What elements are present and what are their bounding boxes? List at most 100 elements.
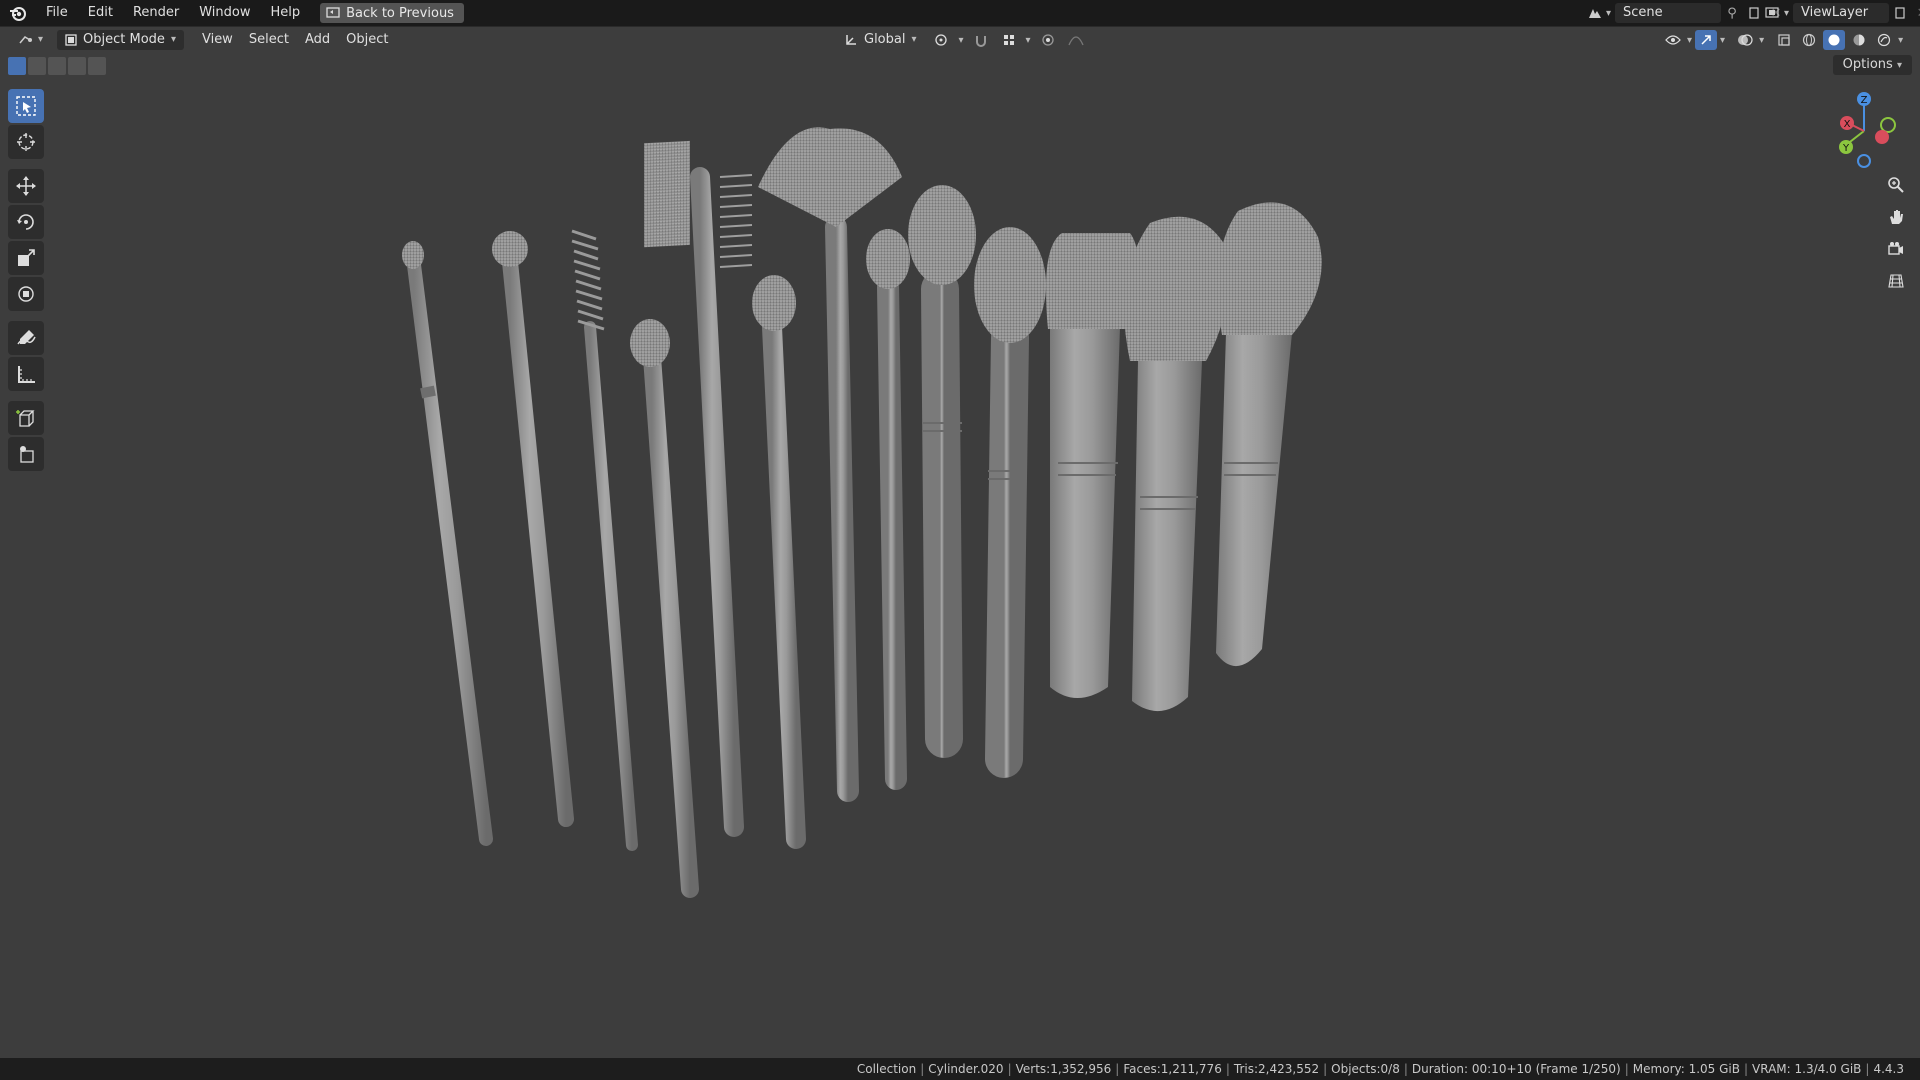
brush-4[interactable]: [630, 319, 699, 898]
chevron-down-icon: ▾: [1606, 7, 1612, 19]
brush-6[interactable]: [752, 275, 806, 849]
axis-x-label: X: [1844, 119, 1851, 130]
menu-select[interactable]: Select: [241, 30, 297, 50]
object-mode-label: Object Mode: [83, 32, 165, 47]
options-dropdown[interactable]: Options ▾: [1832, 55, 1912, 75]
menu-view[interactable]: View: [194, 30, 241, 50]
tool-shelf: [8, 89, 46, 471]
status-collection: Collection: [856, 1062, 917, 1076]
rotate-tool[interactable]: [8, 205, 44, 239]
back-to-previous-label: Back to Previous: [346, 5, 454, 21]
add-cube-tool[interactable]: [8, 401, 44, 435]
pivot-point-icon[interactable]: [931, 30, 953, 50]
material-preview-icon[interactable]: [1848, 30, 1870, 50]
status-duration: Duration: 00:10+10 (Frame 1/250): [1411, 1062, 1621, 1076]
select-box-tool[interactable]: [8, 89, 44, 123]
cursor-tool[interactable]: [8, 125, 44, 159]
proportional-editing-icon[interactable]: [1037, 30, 1059, 50]
menu-edit[interactable]: Edit: [78, 0, 123, 26]
measure-ruler-icon: [18, 366, 35, 383]
axis-neg-z-handle[interactable]: [1857, 154, 1871, 168]
top-menu-bar: File Edit Render Window Help Back to Pre…: [0, 0, 1920, 26]
annotate-pencil-icon: [17, 330, 36, 345]
blender-logo-icon[interactable]: [0, 0, 36, 26]
camera-view-icon[interactable]: [1882, 235, 1910, 263]
rendered-shading-icon[interactable]: [1873, 30, 1895, 50]
back-to-previous-button[interactable]: Back to Previous: [320, 3, 464, 23]
brush-11[interactable]: [1045, 233, 1139, 698]
pan-hand-icon[interactable]: [1882, 203, 1910, 231]
perspective-grid-icon[interactable]: [1882, 267, 1910, 295]
delete-view-layer-icon[interactable]: ✕: [1911, 3, 1920, 23]
select-intersect-icon[interactable]: [88, 57, 106, 75]
chevron-down-icon: ▾: [1896, 60, 1902, 71]
menu-file[interactable]: File: [36, 0, 78, 26]
brush-8[interactable]: [866, 229, 910, 790]
snap-target-icon[interactable]: [998, 30, 1020, 50]
scale-icon: [18, 249, 35, 266]
scene-selector[interactable]: ▾ Scene ⚲ ✕: [1584, 3, 1787, 23]
overlays-icon[interactable]: [1734, 30, 1756, 50]
visibility-eye-icon[interactable]: [1662, 30, 1684, 50]
brush-12[interactable]: [1124, 216, 1229, 712]
status-memory: Memory: 1.05 GiB: [1632, 1062, 1740, 1076]
zoom-icon[interactable]: [1882, 171, 1910, 199]
chevron-down-icon: ▾: [1025, 34, 1031, 46]
move-tool[interactable]: [8, 169, 44, 203]
transform-tool[interactable]: [8, 277, 44, 311]
3d-view-editor-icon: [19, 36, 32, 44]
solid-shading-icon[interactable]: [1823, 30, 1846, 50]
axis-neg-y-handle[interactable]: [1880, 117, 1896, 133]
menu-render[interactable]: Render: [123, 0, 189, 26]
brush-2[interactable]: [492, 231, 574, 827]
editor-type-selector[interactable]: ▾: [10, 30, 51, 50]
status-active-object: Cylinder.020: [928, 1062, 1004, 1076]
measure-tool[interactable]: [8, 357, 44, 391]
annotate-tool[interactable]: [8, 321, 44, 355]
chevron-down-icon: ▾: [170, 34, 176, 45]
brush-10[interactable]: [974, 227, 1046, 778]
3d-viewport[interactable]: ▾ Object Mode ▾ View Select Add Object G…: [0, 26, 1920, 1059]
select-box-icon: [16, 96, 36, 116]
transform-orientation-dropdown[interactable]: Global ▾: [836, 30, 925, 50]
add-cube-icon: [16, 410, 35, 427]
xray-toggle-icon[interactable]: [1773, 30, 1795, 50]
navigation-gizmo[interactable]: Z Y X: [1822, 89, 1906, 173]
wireframe-shading-icon[interactable]: [1798, 30, 1820, 50]
menu-add[interactable]: Add: [297, 30, 338, 50]
brush-3-spoolie[interactable]: [571, 229, 638, 851]
select-invert-icon[interactable]: [68, 57, 86, 75]
select-new-icon[interactable]: [8, 57, 26, 75]
viewport-scene: [402, 127, 1322, 898]
select-subtract-icon[interactable]: [48, 57, 66, 75]
view-layer-name-field[interactable]: ViewLayer: [1793, 3, 1890, 23]
axis-neg-x-handle[interactable]: [1875, 130, 1889, 144]
brush-13[interactable]: [1216, 202, 1322, 667]
view-layer-selector[interactable]: ▾ ViewLayer ✕: [1762, 3, 1920, 23]
pin-icon[interactable]: ⚲: [1721, 3, 1743, 23]
scene-icon: [1584, 3, 1606, 23]
selection-mode-group: [8, 57, 106, 75]
select-extend-icon[interactable]: [28, 57, 46, 75]
scale-tool[interactable]: [8, 241, 44, 275]
viewport-header: ▾ Object Mode ▾ View Select Add Object G…: [0, 27, 1920, 53]
menu-help[interactable]: Help: [261, 0, 311, 26]
new-view-layer-icon[interactable]: [1889, 3, 1911, 23]
add-object-tool[interactable]: [8, 437, 44, 471]
chevron-down-icon: ▾: [38, 34, 44, 45]
falloff-curve-icon[interactable]: [1065, 30, 1087, 50]
cursor-crosshair-icon: [17, 133, 35, 151]
snap-toggle-icon[interactable]: [970, 30, 992, 50]
transform-icon: [18, 286, 34, 302]
object-mode-icon: [65, 34, 77, 46]
scene-name-field[interactable]: Scene: [1615, 3, 1722, 23]
gizmo-toggle-icon[interactable]: [1695, 30, 1718, 50]
add-object-icon: [20, 446, 34, 463]
object-mode-dropdown[interactable]: Object Mode ▾: [57, 30, 184, 50]
menu-window[interactable]: Window: [189, 0, 260, 26]
options-label: Options: [1842, 57, 1893, 72]
brush-1[interactable]: [402, 241, 493, 846]
menu-object[interactable]: Object: [338, 30, 396, 50]
brush-9[interactable]: [908, 185, 976, 758]
makeup-brush-set[interactable]: [402, 127, 1322, 898]
